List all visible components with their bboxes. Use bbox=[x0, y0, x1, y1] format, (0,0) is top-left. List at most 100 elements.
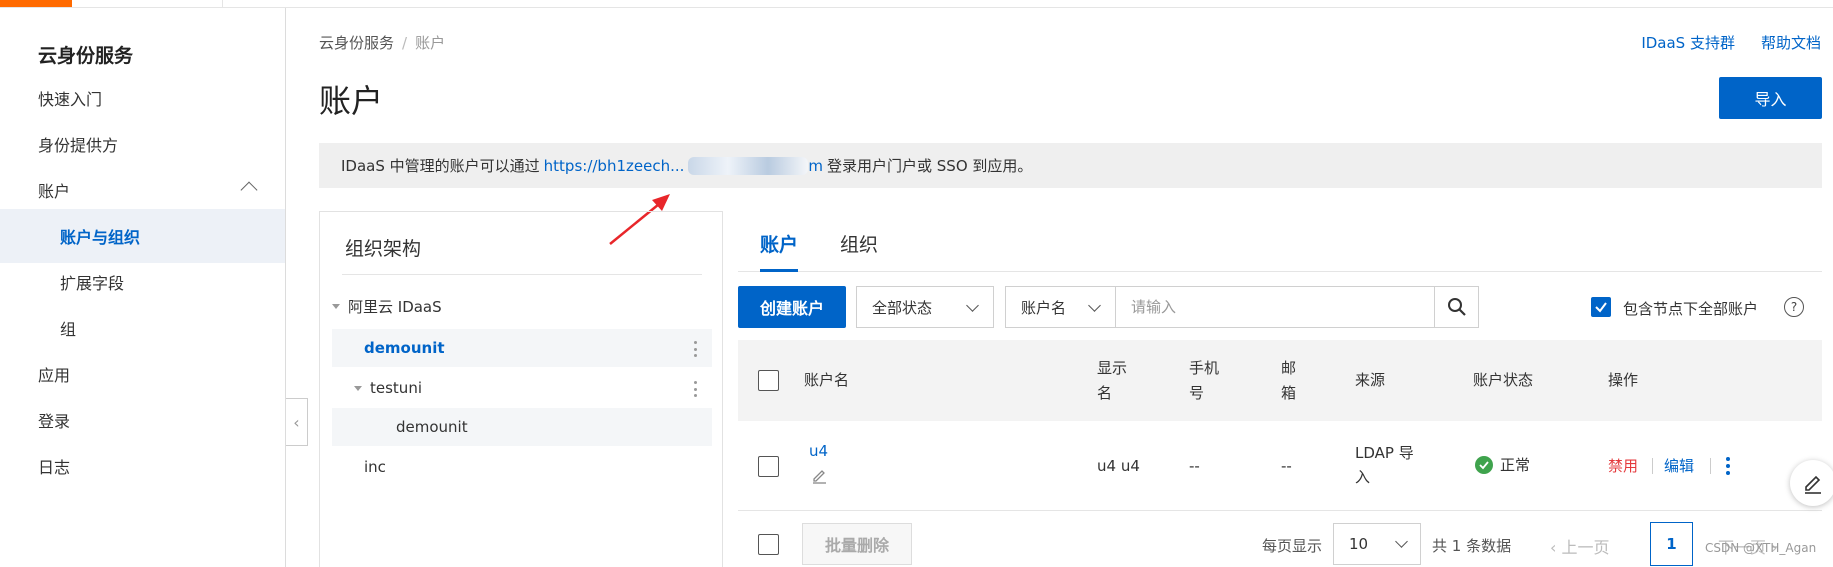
top-bar bbox=[0, 0, 1833, 8]
org-structure-panel: 组织架构 阿里云 IDaaS demounit testuni demounit… bbox=[319, 211, 723, 567]
sidebar-item-label: 日志 bbox=[38, 458, 71, 477]
sidebar-item-logs[interactable]: 日志 bbox=[0, 439, 285, 493]
edit-pencil-icon[interactable] bbox=[811, 467, 828, 484]
floating-edit-button[interactable] bbox=[1790, 460, 1833, 506]
status-select[interactable]: 全部状态 bbox=[856, 286, 994, 328]
tree-node-label: testuni bbox=[370, 379, 422, 397]
header-status: 账户状态 bbox=[1473, 371, 1534, 389]
prev-page-button[interactable]: ‹ 上一页 bbox=[1550, 534, 1610, 558]
pencil-icon bbox=[1805, 475, 1821, 494]
divider bbox=[1710, 458, 1711, 474]
tree-node-root[interactable]: 阿里云 IDaaS bbox=[332, 287, 712, 325]
more-vertical-icon[interactable] bbox=[694, 381, 698, 397]
brand-strip bbox=[0, 0, 72, 7]
header-account-name: 账户名 bbox=[804, 371, 850, 389]
status-value: 正常 bbox=[1500, 456, 1531, 474]
notice-suffix: 登录用户门户或 SSO 到应用。 bbox=[827, 157, 1033, 175]
breadcrumb-root[interactable]: 云身份服务 bbox=[319, 34, 394, 52]
caret-down-icon[interactable] bbox=[332, 303, 340, 309]
header-display-name: 显示 名 bbox=[1097, 359, 1128, 402]
prev-page-label: 上一页 bbox=[1561, 538, 1610, 557]
search-button[interactable] bbox=[1434, 286, 1479, 328]
header-operations: 操作 bbox=[1608, 371, 1639, 389]
divider bbox=[342, 274, 702, 275]
org-panel-heading: 组织架构 bbox=[345, 238, 422, 260]
page-title: 账户 bbox=[319, 82, 384, 120]
tab-organizations[interactable]: 组织 bbox=[840, 230, 878, 272]
help-docs-link[interactable]: 帮助文档 bbox=[1761, 34, 1821, 52]
disable-link[interactable]: 禁用 bbox=[1608, 454, 1638, 478]
breadcrumb-separator: / bbox=[402, 34, 408, 52]
sidebar-item-label: 快速入门 bbox=[38, 90, 103, 109]
total-count: 共 1 条数据 bbox=[1432, 537, 1512, 555]
caret-down-icon[interactable] bbox=[354, 385, 362, 391]
redacted-blur bbox=[688, 156, 809, 175]
status-ok-icon bbox=[1475, 456, 1493, 474]
table-footer: 批量删除 每页显示 10 共 1 条数据 ‹ 上一页 1 下一页 › bbox=[738, 522, 1822, 567]
breadcrumb: 云身份服务 / 账户 bbox=[319, 32, 445, 53]
tab-accounts[interactable]: 账户 bbox=[760, 230, 799, 272]
sidebar-item-label: 账户与组织 bbox=[60, 228, 141, 247]
watermark: CSDN @XTH_Agan bbox=[1705, 541, 1817, 555]
portal-url-link-end[interactable]: m bbox=[808, 157, 823, 175]
tabs: 账户 组织 bbox=[738, 212, 1822, 272]
header-phone: 手机 号 bbox=[1189, 359, 1220, 402]
search-field-value: 账户名 bbox=[1021, 298, 1067, 317]
tree-node-label: demounit bbox=[396, 418, 468, 436]
sidebar: 云身份服务 快速入门 身份提供方 账户 账户与组织 扩展字段 组 应用 登录 日… bbox=[0, 8, 286, 567]
status-select-value: 全部状态 bbox=[872, 298, 933, 317]
more-vertical-icon[interactable] bbox=[694, 341, 698, 357]
support-group-link[interactable]: IDaaS 支持群 bbox=[1641, 34, 1735, 52]
source-value: LDAP 导 入 bbox=[1355, 444, 1414, 486]
select-all-checkbox[interactable] bbox=[758, 370, 779, 391]
footer-select-all-checkbox[interactable] bbox=[758, 534, 779, 555]
sidebar-item-label: 账户 bbox=[38, 182, 71, 201]
per-page-label: 每页显示 bbox=[1262, 537, 1323, 555]
search-field-select[interactable]: 账户名 bbox=[1005, 286, 1116, 328]
include-subnodes-checkbox[interactable] bbox=[1591, 297, 1611, 317]
tree-node-inc[interactable]: inc bbox=[332, 448, 712, 486]
display-name: u4 u4 bbox=[1097, 457, 1140, 475]
phone-value: -- bbox=[1189, 457, 1200, 475]
import-button[interactable]: 导入 bbox=[1719, 77, 1822, 119]
tree-node-label: 阿里云 IDaaS bbox=[348, 297, 442, 316]
portal-url-link[interactable]: https://bh1zeech... bbox=[544, 157, 685, 175]
more-vertical-icon[interactable] bbox=[1726, 457, 1730, 475]
sidebar-item-label: 身份提供方 bbox=[38, 136, 119, 155]
edit-link[interactable]: 编辑 bbox=[1664, 454, 1694, 478]
chevron-down-icon bbox=[1088, 299, 1101, 312]
header-source: 来源 bbox=[1355, 371, 1386, 389]
per-page-select[interactable]: 10 bbox=[1333, 523, 1421, 565]
top-bar-divider bbox=[222, 0, 223, 7]
row-checkbox[interactable] bbox=[758, 456, 779, 477]
tree-node-demounit[interactable]: demounit bbox=[332, 329, 712, 367]
table-row: u4 u4 u4 -- -- LDAP 导 入 正常 禁用 编辑 bbox=[738, 421, 1822, 511]
search-box bbox=[1116, 286, 1435, 328]
chevron-left-icon: ‹ bbox=[293, 412, 300, 432]
tree-node-testuni[interactable]: testuni bbox=[332, 369, 712, 407]
sidebar-title: 云身份服务 bbox=[38, 45, 134, 67]
account-name-link[interactable]: u4 bbox=[809, 439, 828, 463]
help-icon[interactable]: ? bbox=[1784, 297, 1804, 317]
sidebar-item-label: 应用 bbox=[38, 366, 71, 385]
include-subnodes-label: 包含节点下全部账户 bbox=[1623, 300, 1759, 318]
tree-node-label: demounit bbox=[364, 339, 445, 357]
tree-node-label: inc bbox=[364, 458, 386, 476]
top-links: IDaaS 支持群 帮助文档 bbox=[1615, 32, 1821, 53]
sidebar-item-label: 扩展字段 bbox=[60, 274, 125, 293]
page-number-current[interactable]: 1 bbox=[1650, 522, 1693, 566]
email-value: -- bbox=[1281, 457, 1292, 475]
notice-prefix: IDaaS 中管理的账户可以通过 bbox=[341, 157, 540, 175]
batch-delete-button[interactable]: 批量删除 bbox=[802, 523, 912, 565]
sidebar-item-label: 组 bbox=[60, 320, 77, 339]
chevron-up-icon bbox=[240, 181, 258, 199]
tree-node-demounit-child[interactable]: demounit bbox=[332, 408, 712, 446]
chevron-left-icon: ‹ bbox=[1550, 538, 1562, 557]
create-account-button[interactable]: 创建账户 bbox=[738, 286, 846, 328]
search-input[interactable] bbox=[1117, 298, 1397, 316]
sidebar-item-label: 登录 bbox=[38, 412, 71, 431]
table-header: 账户名 显示 名 手机 号 邮 箱 来源 账户状态 操作 bbox=[738, 340, 1822, 421]
per-page-value: 10 bbox=[1349, 535, 1369, 553]
check-icon bbox=[1595, 302, 1607, 313]
sidebar-collapse-handle[interactable]: ‹ bbox=[286, 398, 308, 446]
